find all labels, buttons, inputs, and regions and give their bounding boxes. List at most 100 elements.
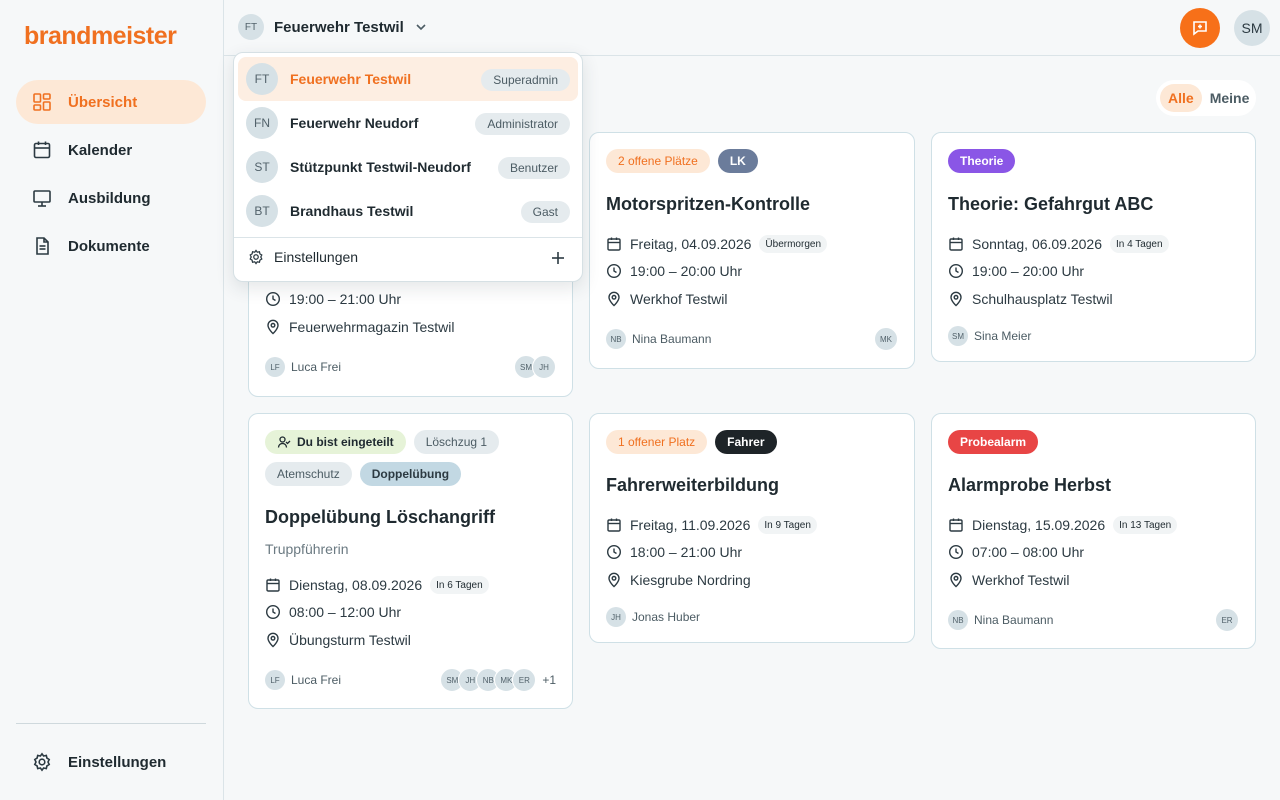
- calendar-icon: [607, 518, 621, 532]
- org-avatar: FT: [238, 14, 264, 40]
- feedback-button[interactable]: [1180, 8, 1220, 48]
- map-pin-icon: [608, 291, 620, 307]
- sidebar-item-label: Einstellungen: [68, 753, 167, 771]
- event-time-text: 07:00 – 08:00 Uhr: [972, 544, 1085, 560]
- chevron-down-icon: [416, 24, 426, 31]
- relative-date-badge: In 4 Tagen: [1110, 235, 1169, 253]
- org-name: Feuerwehr Neudorf: [290, 115, 419, 131]
- sidebar-item-dokumente[interactable]: Dokumente: [16, 224, 206, 268]
- event-filter-toggle: Alle Meine: [1156, 80, 1256, 116]
- org-avatar: BT: [246, 195, 278, 227]
- sidebar-item-einstellungen[interactable]: Einstellungen: [16, 740, 206, 784]
- org-option-brandhaus-testwil[interactable]: BT Brandhaus Testwil Gast: [238, 189, 578, 233]
- plus-icon[interactable]: [550, 250, 566, 266]
- participant-avatars[interactable]: MK: [874, 327, 898, 351]
- presentation-icon: [33, 190, 51, 207]
- organizer-avatar: NB: [606, 329, 626, 349]
- org-avatar: ST: [246, 151, 278, 183]
- calendar-icon: [949, 237, 963, 251]
- filter-all-button[interactable]: Alle: [1160, 84, 1202, 112]
- organizer-name: Jonas Huber: [632, 610, 701, 624]
- user-check-icon: [277, 436, 291, 448]
- organizer-name: Nina Baumann: [632, 332, 712, 346]
- map-pin-icon: [267, 632, 279, 648]
- event-title: Theorie: Gefahrgut ABC: [948, 194, 1154, 214]
- group-badge: Löschzug 1: [413, 430, 500, 454]
- event-card[interactable]: Theorie Theorie: Gefahrgut ABC Sonntag, …: [931, 132, 1256, 362]
- event-organizer: LF Luca Frei: [265, 670, 341, 690]
- sidebar-item-ausbildung[interactable]: Ausbildung: [16, 176, 206, 220]
- sidebar-item-label: Übersicht: [68, 93, 138, 111]
- organizer-name: Sina Meier: [974, 329, 1032, 343]
- clock-icon: [948, 544, 964, 560]
- event-location-text: Werkhof Testwil: [630, 291, 728, 307]
- organizer-avatar: SM: [948, 326, 968, 346]
- event-card[interactable]: Probealarm Alarmprobe Herbst Dienstag, 1…: [931, 413, 1256, 649]
- event-date: Dienstag, 08.09.2026 In 6 Tagen: [265, 576, 489, 594]
- role-badge: Gast: [520, 201, 570, 223]
- participant-avatars[interactable]: SM JH: [514, 355, 556, 379]
- sidebar-item-label: Dokumente: [68, 237, 150, 255]
- user-avatar[interactable]: SM: [1234, 10, 1270, 46]
- sidebar-item-kalender[interactable]: Kalender: [16, 128, 206, 172]
- organizer-avatar: LF: [265, 357, 285, 377]
- category-badge: Probealarm: [948, 430, 1039, 454]
- event-organizer: NB Nina Baumann: [606, 329, 711, 349]
- org-settings-link[interactable]: Einstellungen: [248, 249, 358, 265]
- role-badge: Benutzer: [497, 157, 570, 179]
- org-name: Brandhaus Testwil: [290, 203, 414, 219]
- relative-date-badge: In 13 Tagen: [1113, 516, 1178, 534]
- app-logo[interactable]: brandmeister: [24, 22, 177, 51]
- participant-avatar: ER: [1215, 608, 1239, 632]
- participant-avatar: JH: [532, 355, 556, 379]
- event-title: Doppelübung Löschangriff: [265, 507, 495, 527]
- event-organizer: LF Luca Frei: [265, 357, 341, 377]
- category-badge: Theorie: [948, 149, 1016, 173]
- event-date: Freitag, 04.09.2026 Übermorgen: [606, 235, 828, 253]
- category-badge: Fahrer: [715, 430, 777, 454]
- sidebar-nav: Übersicht Kalender Ausbildung Dokumente: [16, 80, 206, 272]
- event-location: Werkhof Testwil: [948, 572, 1070, 588]
- event-card[interactable]: Du bist eingeteilt Löschzug 1 Atemschutz…: [248, 413, 573, 709]
- org-option-feuerwehr-testwil[interactable]: FT Feuerwehr Testwil Superadmin: [238, 57, 578, 101]
- event-location: Feuerwehrmagazin Testwil: [265, 319, 454, 335]
- event-time: 07:00 – 08:00 Uhr: [948, 544, 1084, 560]
- dropdown-divider: [234, 237, 582, 238]
- clock-icon: [265, 291, 281, 307]
- group-badge: Atemschutz: [265, 462, 352, 486]
- event-date: Sonntag, 06.09.2026 In 4 Tagen: [948, 235, 1169, 253]
- event-date-text: Freitag, 04.09.2026: [630, 236, 752, 252]
- event-time-text: 08:00 – 12:00 Uhr: [289, 604, 402, 620]
- gear-icon: [249, 249, 263, 265]
- map-pin-icon: [950, 291, 962, 307]
- filter-mine-button[interactable]: Meine: [1202, 84, 1258, 112]
- event-badges: Theorie: [948, 149, 1248, 173]
- map-pin-icon: [267, 319, 279, 335]
- event-card[interactable]: 2 offene Plätze LK Motorspritzen-Kontrol…: [589, 132, 915, 369]
- org-switcher[interactable]: FT Feuerwehr Testwil: [238, 14, 428, 40]
- org-option-stuetzpunkt[interactable]: ST Stützpunkt Testwil-Neudorf Benutzer: [238, 145, 578, 189]
- clock-icon: [948, 263, 964, 279]
- organizer-name: Luca Frei: [291, 673, 342, 687]
- participant-avatar: ER: [512, 668, 537, 692]
- event-badges: Du bist eingeteilt Löschzug 1 Atemschutz…: [265, 430, 565, 486]
- calendar-icon: [266, 578, 280, 592]
- event-time-text: 18:00 – 21:00 Uhr: [630, 544, 743, 560]
- map-pin-icon: [950, 572, 962, 588]
- calendar-icon: [607, 237, 621, 251]
- org-option-feuerwehr-neudorf[interactable]: FN Feuerwehr Neudorf Administrator: [238, 101, 578, 145]
- event-organizer: JH Jonas Huber: [606, 607, 700, 627]
- event-title: Alarmprobe Herbst: [948, 475, 1112, 495]
- organizer-avatar: NB: [948, 610, 968, 630]
- org-settings-label: Einstellungen: [274, 249, 359, 265]
- participant-avatars[interactable]: SM JH NB MK ER +1: [440, 668, 556, 692]
- participant-avatars[interactable]: ER: [1215, 608, 1239, 632]
- sidebar-item-uebersicht[interactable]: Übersicht: [16, 80, 206, 124]
- dashboard-icon: [33, 93, 51, 111]
- event-date-text: Freitag, 11.09.2026: [630, 517, 751, 533]
- event-card[interactable]: 1 offener Platz Fahrer Fahrerweiterbildu…: [589, 413, 915, 643]
- event-time: 19:00 – 21:00 Uhr: [265, 291, 401, 307]
- event-location-text: Feuerwehrmagazin Testwil: [289, 319, 455, 335]
- org-dropdown-menu: FT Feuerwehr Testwil Superadmin FN Feuer…: [233, 52, 583, 282]
- assigned-badge: Du bist eingeteilt: [265, 430, 406, 454]
